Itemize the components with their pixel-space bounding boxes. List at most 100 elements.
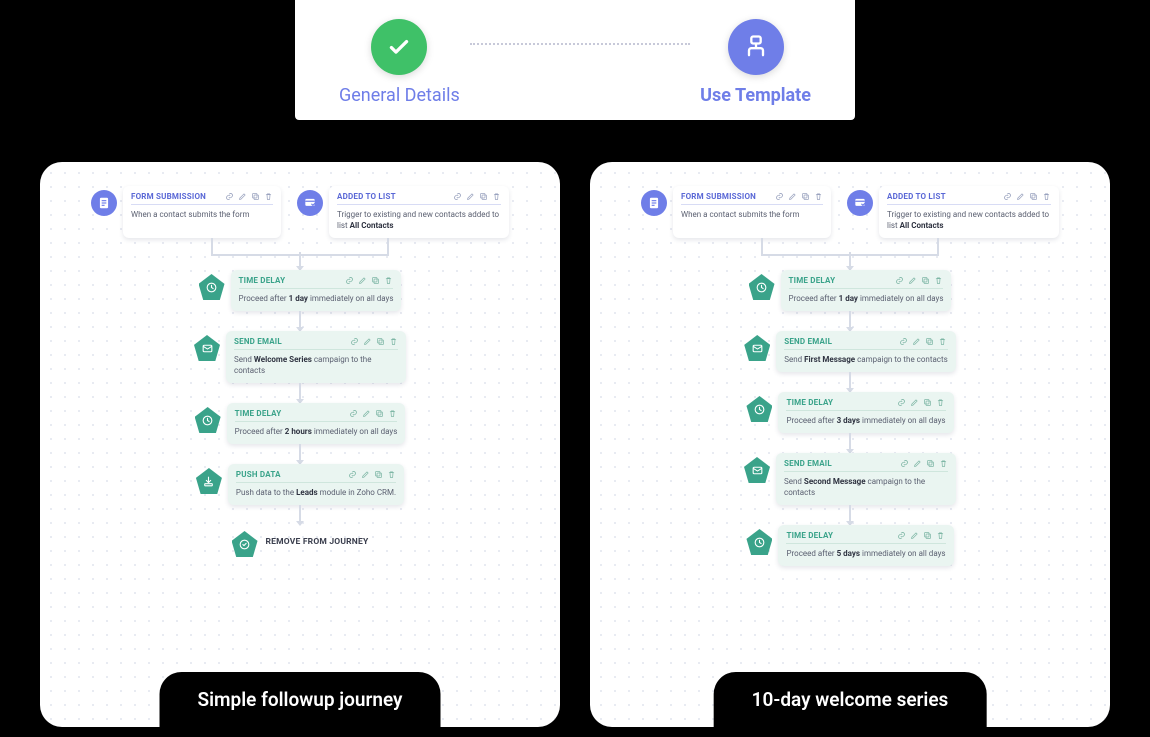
flow-node-box[interactable]: ADDED TO LIST Trigger to existing and ne… <box>879 186 1059 238</box>
link-icon[interactable] <box>347 469 357 479</box>
copy-icon[interactable] <box>374 408 384 418</box>
copy-icon[interactable] <box>250 191 260 201</box>
edit-icon[interactable] <box>465 191 475 201</box>
delete-icon[interactable] <box>263 191 273 201</box>
flow-node-box[interactable]: TIME DELAY Proceed after 5 days immediat… <box>778 525 953 566</box>
copy-icon[interactable] <box>370 275 380 285</box>
connector <box>849 311 851 331</box>
copy-icon[interactable] <box>800 191 810 201</box>
link-icon[interactable] <box>348 408 358 418</box>
copy-icon[interactable] <box>925 458 935 468</box>
link-icon[interactable] <box>349 336 359 346</box>
delete-icon[interactable] <box>387 408 397 418</box>
delete-icon[interactable] <box>933 275 943 285</box>
node-body: Proceed after 1 day immediately on all d… <box>239 293 394 304</box>
node-body: Proceed after 3 days immediately on all … <box>786 415 945 426</box>
step-general-details[interactable]: General Details <box>339 19 460 106</box>
delete-icon[interactable] <box>936 397 946 407</box>
link-icon[interactable] <box>774 191 784 201</box>
node-header: SEND EMAIL <box>234 336 398 350</box>
step-node[interactable]: TIME DELAY Proceed after 2 hours immedia… <box>195 403 406 444</box>
delete-icon[interactable] <box>938 458 948 468</box>
node-header: ADDED TO LIST <box>887 191 1051 205</box>
trigger-node[interactable]: FORM SUBMISSION When a contact submits t… <box>91 186 281 238</box>
delete-icon[interactable] <box>938 336 948 346</box>
edit-icon[interactable] <box>912 458 922 468</box>
flow-node-box[interactable]: TIME DELAY Proceed after 2 hours immedia… <box>227 403 406 444</box>
copy-icon[interactable] <box>923 397 933 407</box>
link-icon[interactable] <box>899 458 909 468</box>
edit-icon[interactable] <box>787 191 797 201</box>
link-icon[interactable] <box>1002 191 1012 201</box>
flow-node-box[interactable]: TIME DELAY Proceed after 3 days immediat… <box>778 392 953 433</box>
flow-node-box[interactable]: SEND EMAIL Send First Message campaign t… <box>776 331 956 372</box>
flow-node-box[interactable]: TIME DELAY Proceed after 1 day immediate… <box>231 270 402 311</box>
copy-icon[interactable] <box>1028 191 1038 201</box>
link-icon[interactable] <box>894 275 904 285</box>
copy-icon[interactable] <box>923 530 933 540</box>
node-title: FORM SUBMISSION <box>681 192 756 201</box>
step-node[interactable]: SEND EMAIL Send Second Message campaign … <box>744 453 956 505</box>
edit-icon[interactable] <box>362 336 372 346</box>
delete-icon[interactable] <box>383 275 393 285</box>
flow-node-box[interactable]: PUSH DATA Push data to the Leads module … <box>228 464 404 505</box>
flow-node-box[interactable]: TIME DELAY Proceed after 1 day immediate… <box>781 270 952 311</box>
edit-icon[interactable] <box>912 336 922 346</box>
link-icon[interactable] <box>897 397 907 407</box>
step-node[interactable]: TIME DELAY Proceed after 1 day immediate… <box>199 270 402 311</box>
node-actions <box>899 458 948 468</box>
edit-icon[interactable] <box>357 275 367 285</box>
trigger-row: FORM SUBMISSION When a contact submits t… <box>608 186 1092 238</box>
edit-icon[interactable] <box>907 275 917 285</box>
edit-icon[interactable] <box>237 191 247 201</box>
node-actions <box>897 530 946 540</box>
edit-icon[interactable] <box>910 530 920 540</box>
link-icon[interactable] <box>899 336 909 346</box>
step-node[interactable]: TIME DELAY Proceed after 3 days immediat… <box>746 392 953 433</box>
end-icon <box>232 531 258 557</box>
delete-icon[interactable] <box>1041 191 1051 201</box>
end-node[interactable]: REMOVE FROM JOURNEY <box>232 527 369 557</box>
edit-icon[interactable] <box>360 469 370 479</box>
copy-icon[interactable] <box>375 336 385 346</box>
edit-icon[interactable] <box>1015 191 1025 201</box>
delete-icon[interactable] <box>936 530 946 540</box>
template-canvas: FORM SUBMISSION When a contact submits t… <box>590 162 1110 727</box>
copy-icon[interactable] <box>478 191 488 201</box>
copy-icon[interactable] <box>373 469 383 479</box>
step-node[interactable]: SEND EMAIL Send Welcome Series campaign … <box>194 331 406 383</box>
step-node[interactable]: TIME DELAY Proceed after 5 days immediat… <box>746 525 953 566</box>
flow-node-box[interactable]: SEND EMAIL Send Second Message campaign … <box>776 453 956 505</box>
step-node[interactable]: PUSH DATA Push data to the Leads module … <box>196 464 404 505</box>
flow-column: TIME DELAY Proceed after 1 day immediate… <box>58 238 542 557</box>
trigger-node[interactable]: ADDED TO LIST Trigger to existing and ne… <box>847 186 1059 238</box>
template-card-simple-followup[interactable]: FORM SUBMISSION When a contact submits t… <box>40 162 560 727</box>
delete-icon[interactable] <box>813 191 823 201</box>
flow-node-box[interactable]: FORM SUBMISSION When a contact submits t… <box>123 186 281 238</box>
push-icon <box>196 468 222 494</box>
template-card-10day-welcome[interactable]: FORM SUBMISSION When a contact submits t… <box>590 162 1110 727</box>
edit-icon[interactable] <box>361 408 371 418</box>
node-header: TIME DELAY <box>786 397 945 411</box>
flow-node-box[interactable]: SEND EMAIL Send Welcome Series campaign … <box>226 331 406 383</box>
flow-node-box[interactable]: ADDED TO LIST Trigger to existing and ne… <box>329 186 509 238</box>
edit-icon[interactable] <box>910 397 920 407</box>
flow-node-box[interactable]: FORM SUBMISSION When a contact submits t… <box>673 186 831 238</box>
step-node[interactable]: TIME DELAY Proceed after 1 day immediate… <box>749 270 952 311</box>
link-icon[interactable] <box>344 275 354 285</box>
node-actions <box>348 408 397 418</box>
copy-icon[interactable] <box>925 336 935 346</box>
trigger-node[interactable]: ADDED TO LIST Trigger to existing and ne… <box>297 186 509 238</box>
copy-icon[interactable] <box>920 275 930 285</box>
merge-connector <box>185 238 415 252</box>
node-title: FORM SUBMISSION <box>131 192 206 201</box>
delete-icon[interactable] <box>388 336 398 346</box>
link-icon[interactable] <box>452 191 462 201</box>
step-use-template[interactable]: Use Template <box>700 19 811 106</box>
trigger-node[interactable]: FORM SUBMISSION When a contact submits t… <box>641 186 831 238</box>
link-icon[interactable] <box>897 530 907 540</box>
delete-icon[interactable] <box>491 191 501 201</box>
step-node[interactable]: SEND EMAIL Send First Message campaign t… <box>744 331 956 372</box>
delete-icon[interactable] <box>386 469 396 479</box>
link-icon[interactable] <box>224 191 234 201</box>
